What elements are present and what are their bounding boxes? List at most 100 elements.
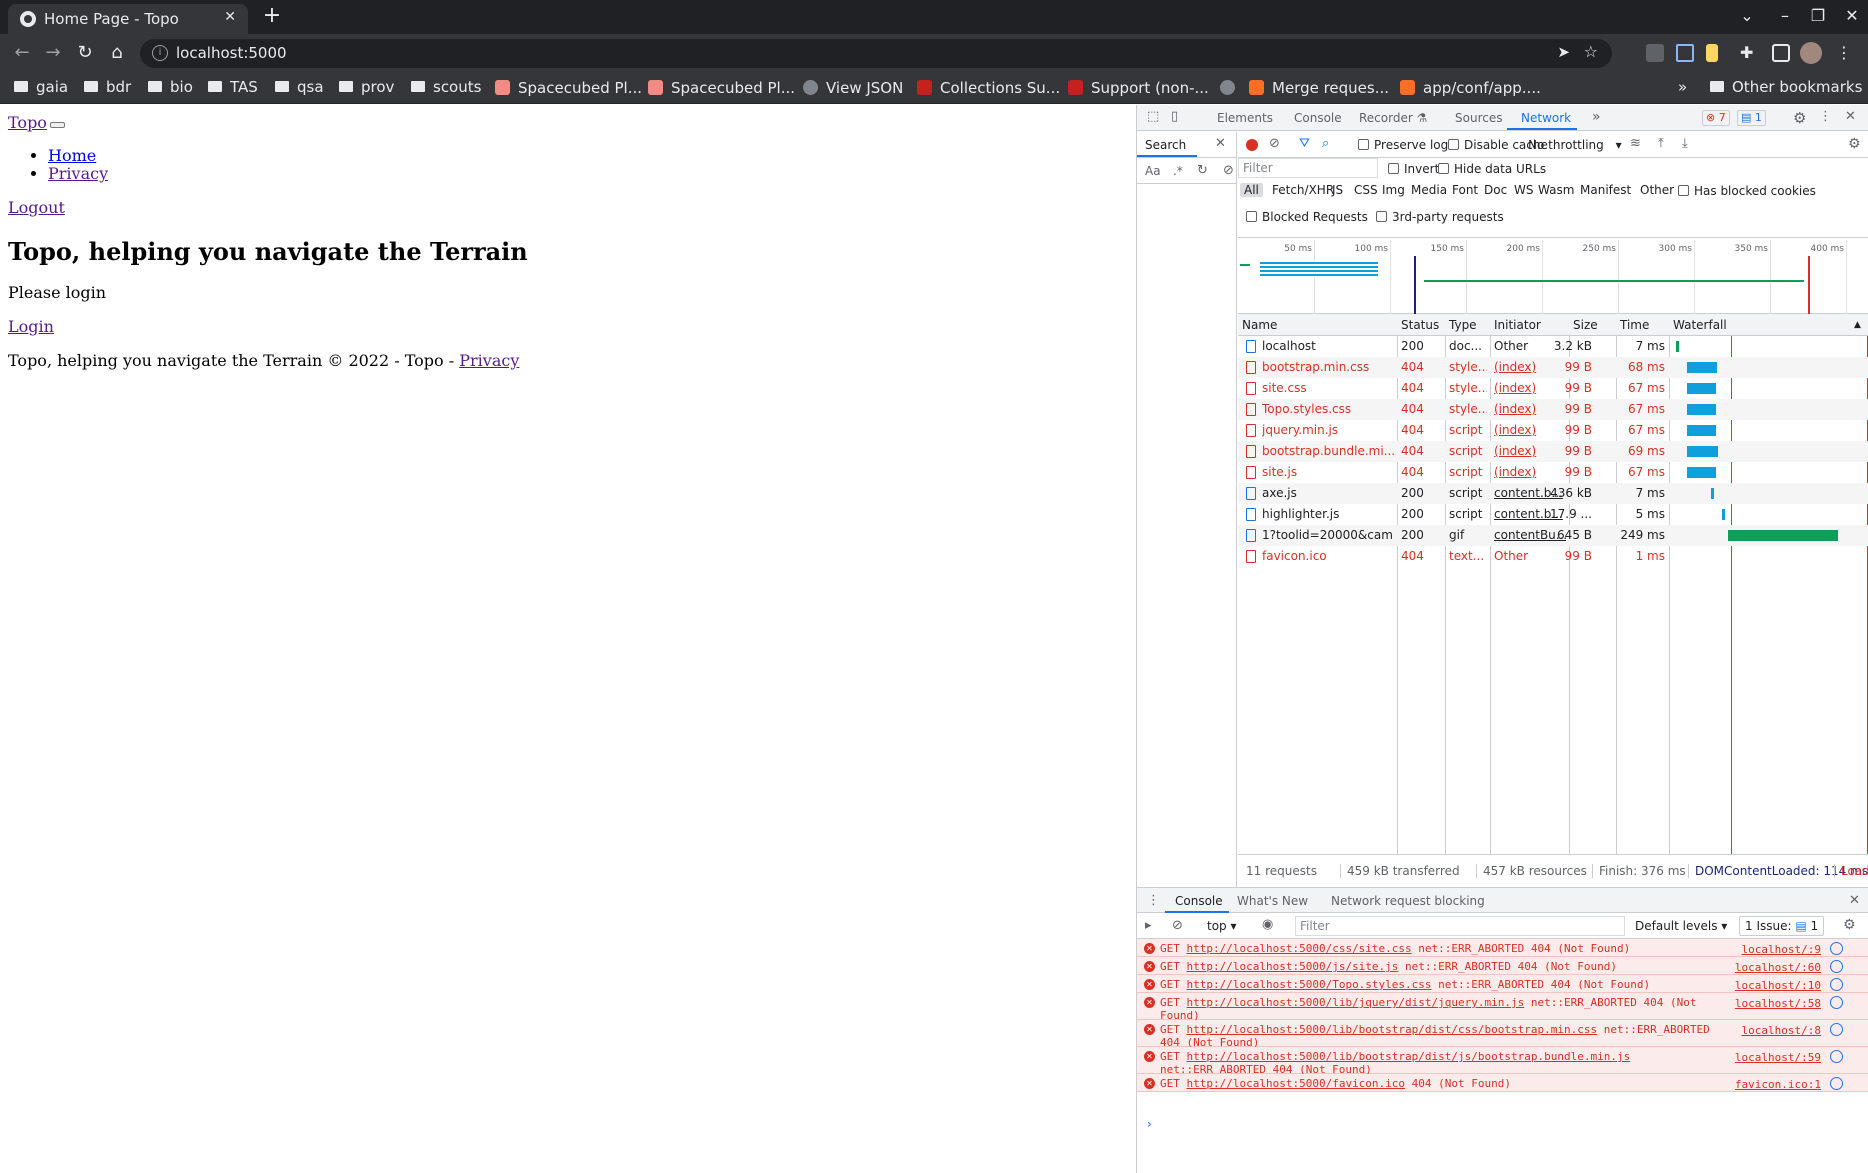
puzzle-icon[interactable]: ✚ (1740, 44, 1758, 62)
tab-recorder[interactable]: Recorder ⚗ (1359, 111, 1427, 125)
footer-privacy-link[interactable]: Privacy (459, 351, 519, 370)
tab-network[interactable]: Network (1521, 111, 1571, 125)
send-icon[interactable]: ➤ (1557, 43, 1570, 61)
log-levels-select[interactable]: Default levels ▾ (1635, 919, 1727, 933)
message-source-link[interactable]: localhost/:8 (1742, 1024, 1821, 1037)
drawer-tab-console[interactable]: Console (1175, 894, 1223, 908)
type-filter-wasm[interactable]: Wasm (1538, 183, 1574, 197)
column-header-size[interactable]: Size (1573, 318, 1598, 332)
network-request-icon[interactable] (1830, 942, 1843, 955)
navbar-toggler-button[interactable] (49, 122, 65, 128)
tab-elements[interactable]: Elements (1217, 111, 1273, 125)
bookmark-link[interactable]: Spacecubed Pl... (495, 78, 642, 97)
column-header-status[interactable]: Status (1401, 318, 1439, 332)
device-toggle-icon[interactable]: ▯ (1171, 109, 1178, 124)
maximize-button[interactable]: ❐ (1806, 6, 1830, 25)
message-url-link[interactable]: http://localhost:5000/js/site.js (1187, 960, 1399, 973)
new-tab-button[interactable]: + (260, 4, 284, 28)
tab-sources[interactable]: Sources (1455, 111, 1502, 125)
bookmark-link[interactable]: Spacecubed Pl... (648, 78, 795, 97)
request-initiator[interactable]: (index) (1494, 465, 1566, 479)
request-initiator[interactable]: (index) (1494, 381, 1566, 395)
table-row[interactable]: bootstrap.bundle.mi... 404 script (index) 99… (1238, 441, 1868, 462)
info-icon[interactable]: i (152, 45, 168, 61)
network-filter-input[interactable]: Filter (1238, 158, 1378, 178)
close-search-icon[interactable]: ✕ (1215, 136, 1226, 151)
message-url-link[interactable]: http://localhost:5000/css/site.css (1187, 942, 1412, 955)
network-conditions-icon[interactable]: ≋ (1630, 136, 1641, 151)
match-case-button[interactable]: Aa (1145, 164, 1161, 178)
console-prompt-icon[interactable]: › (1147, 1117, 1152, 1131)
bookmark-link[interactable]: View JSON (803, 78, 903, 97)
network-request-icon[interactable] (1830, 978, 1843, 991)
message-count-badge[interactable]: ▤ 1 (1737, 110, 1766, 126)
close-drawer-icon[interactable]: ✕ (1849, 893, 1860, 908)
throttling-select[interactable]: No throttling ▾ (1528, 138, 1622, 152)
table-row[interactable]: jquery.min.js 404 script (index) 99 B 67 ms (1238, 420, 1868, 441)
brand-link[interactable]: Topo (8, 113, 47, 132)
sort-up-icon[interactable]: ▲ (1854, 320, 1861, 330)
message-source-link[interactable]: localhost/:60 (1735, 961, 1821, 974)
drawer-tab-request-blocking[interactable]: Network request blocking (1331, 894, 1485, 908)
gear-icon[interactable]: ⚙ (1793, 109, 1806, 127)
forward-button[interactable]: → (41, 42, 65, 64)
filter-icon[interactable]: ⛛ (1299, 136, 1310, 151)
table-row[interactable]: Topo.styles.css 404 style... (index) 99 B 67 … (1238, 399, 1868, 420)
avatar[interactable] (1800, 42, 1822, 64)
bookmark-link[interactable]: Collections Su... (917, 78, 1060, 97)
regex-button[interactable]: .* (1173, 164, 1183, 178)
bookmark-link[interactable]: Support (non-... (1068, 78, 1209, 97)
issues-button[interactable]: 1 Issue: ▤ 1 (1739, 916, 1825, 936)
clear-console-icon[interactable]: ⊘ (1172, 918, 1183, 933)
column-header-time[interactable]: Time (1620, 318, 1649, 332)
table-row[interactable]: site.css 404 style... (index) 99 B 67 ms (1238, 378, 1868, 399)
nav-privacy-link[interactable]: Privacy (48, 164, 108, 183)
message-url-link[interactable]: http://localhost:5000/favicon.ico (1187, 1077, 1406, 1090)
network-settings-icon[interactable]: ⚙ (1848, 136, 1861, 152)
other-bookmarks[interactable]: Other bookmarks (1710, 78, 1862, 96)
nav-home-link[interactable]: Home (48, 146, 96, 165)
bookmark-folder[interactable]: scouts (411, 78, 481, 96)
table-row[interactable]: highlighter.js 200 script content.b... 17.9 … (1238, 504, 1868, 525)
request-initiator[interactable]: (index) (1494, 402, 1566, 416)
column-header-type[interactable]: Type (1449, 318, 1477, 332)
inspect-icon[interactable]: ⬚ (1147, 109, 1159, 124)
clear-log-icon[interactable]: ⊘ (1269, 136, 1280, 151)
eye-icon[interactable]: ◉ (1262, 917, 1273, 932)
message-url-link[interactable]: http://localhost:5000/Topo.styles.css (1187, 978, 1432, 991)
type-filter-js[interactable]: JS (1332, 183, 1343, 197)
close-window-button[interactable]: ✕ (1840, 6, 1864, 25)
close-devtools-icon[interactable]: ✕ (1845, 109, 1856, 124)
export-har-icon[interactable]: ⤓ (1682, 136, 1688, 151)
type-filter-font[interactable]: Font (1452, 183, 1478, 197)
column-header-name[interactable]: Name (1242, 318, 1277, 332)
bookmark-link[interactable]: app/conf/app.... (1400, 78, 1541, 97)
third-party-checkbox[interactable]: 3rd-party requests (1376, 210, 1504, 224)
chevron-down-icon[interactable]: ⌄ (1735, 6, 1759, 25)
tab-console[interactable]: Console (1294, 111, 1342, 125)
invert-checkbox[interactable]: Invert (1388, 162, 1439, 176)
message-source-link[interactable]: localhost/:10 (1735, 979, 1821, 992)
type-filter-media[interactable]: Media (1411, 183, 1447, 197)
table-row[interactable]: favicon.ico 404 text... Other 99 B 1 ms (1238, 546, 1868, 567)
reload-button[interactable]: ↻ (73, 42, 97, 64)
type-filter-all[interactable]: All (1240, 183, 1263, 197)
sidepanel-icon[interactable] (1772, 44, 1790, 62)
hide-data-urls-checkbox[interactable]: Hide data URLs (1438, 162, 1546, 176)
clear-icon[interactable]: ⊘ (1223, 163, 1234, 178)
menu-icon[interactable]: ⋮ (1836, 44, 1854, 62)
bookmark-folder[interactable]: TAS (208, 78, 258, 96)
star-icon[interactable]: ☆ (1584, 42, 1598, 61)
console-filter-input[interactable]: Filter (1295, 916, 1625, 936)
logout-link[interactable]: Logout (8, 198, 65, 217)
more-tabs-icon[interactable]: » (1592, 109, 1601, 125)
import-har-icon[interactable]: ⤒ (1658, 136, 1664, 151)
bookmark-folder[interactable]: bdr (84, 78, 131, 96)
error-count-badge[interactable]: ⊗ 7 (1702, 110, 1730, 126)
record-button[interactable] (1246, 139, 1258, 151)
bookmark-folder[interactable]: qsa (275, 78, 324, 96)
network-request-icon[interactable] (1830, 1077, 1843, 1090)
search-icon[interactable]: ⌕ (1322, 136, 1329, 151)
table-row[interactable]: localhost 200 doc... Other 3.2 kB 7 ms (1238, 336, 1868, 357)
type-filter-doc[interactable]: Doc (1484, 183, 1507, 197)
